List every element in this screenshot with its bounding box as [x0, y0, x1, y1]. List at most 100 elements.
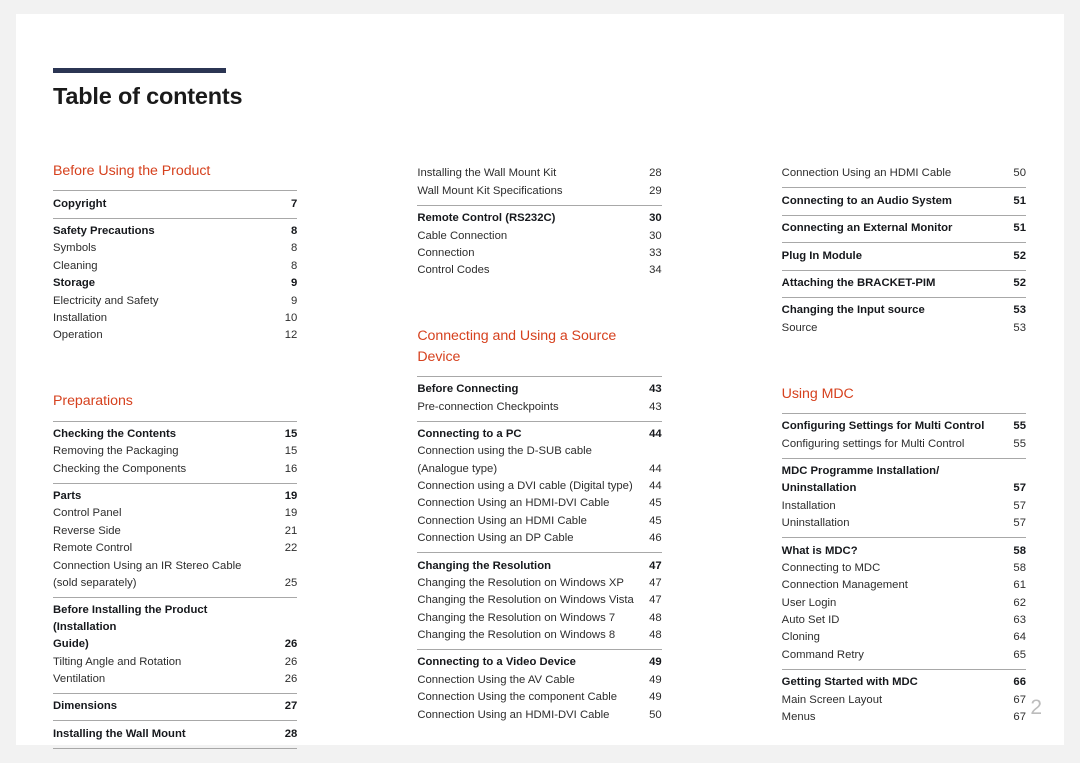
toc-entry[interactable]: Connecting to MDC 58	[782, 560, 1026, 577]
toc-entry[interactable]: Operation 12	[53, 327, 297, 344]
toc-entry[interactable]: Storage 9	[53, 275, 297, 292]
toc-entry-label: Wall Mount Kit Specifications	[417, 184, 563, 197]
toc-entry[interactable]: Parts 19	[53, 488, 297, 505]
toc-entry[interactable]: Auto Set ID 63	[782, 612, 1026, 629]
toc-entry[interactable]: Connecting to a PC 44	[417, 426, 661, 443]
toc-entry[interactable]: Electricity and Safety 9	[53, 292, 297, 309]
toc-entry-page-number: 50	[649, 708, 662, 721]
toc-entry-label: Connection using the D-SUB cable	[417, 445, 592, 458]
toc-entry-page-number: 16	[284, 462, 298, 475]
toc-entry[interactable]: Menus 67	[782, 709, 1026, 726]
toc-entry[interactable]: Uninstallation 57	[782, 480, 1026, 497]
toc-entry[interactable]: Safety Precautions 8	[53, 223, 297, 240]
toc-entry-page-number: 9	[291, 294, 298, 307]
toc-entry[interactable]: Installing the Wall Mount 28	[53, 725, 297, 742]
toc-entry[interactable]: Command Retry 65	[782, 646, 1026, 663]
toc-entry-page-number: 51	[1013, 222, 1026, 235]
toc-entry-page-number: 44	[649, 480, 662, 493]
toc-entry[interactable]: Changing the Resolution on Windows 8 48	[417, 627, 661, 644]
toc-entry[interactable]: Guide) 26	[53, 636, 297, 653]
toc-entry-label: Guide)	[53, 638, 89, 651]
toc-entry[interactable]: Connection Using an HDMI-DVI Cable 50	[417, 706, 661, 723]
toc-entry[interactable]: Tilting Angle and Rotation 26	[53, 653, 297, 670]
toc-entry[interactable]: Changing the Resolution on Windows Vista…	[417, 592, 661, 609]
toc-entry[interactable]: Connecting to an Audio System 51	[782, 192, 1026, 209]
toc-entry-page-number: 67	[1013, 710, 1026, 723]
toc-entry[interactable]: Remote Control (RS232C) 30	[417, 210, 661, 227]
toc-columns: Before Using the Product Copyright 7 Safety…	[53, 161, 1026, 749]
toc-entry[interactable]: Checking the Contents 15	[53, 426, 297, 443]
toc-entry[interactable]: Getting Started with MDC 66	[782, 674, 1026, 691]
toc-entry[interactable]: Checking the Components 16	[53, 460, 297, 477]
toc-entry[interactable]: Connection Using an HDMI-DVI Cable 45	[417, 495, 661, 512]
page-number: 2	[1030, 696, 1042, 719]
toc-entry[interactable]: Connection Management 61	[782, 577, 1026, 594]
toc-group: Remote Control (RS232C) 30 Cable Connectio…	[417, 204, 662, 285]
toc-entry[interactable]: Cleaning 8	[53, 257, 297, 274]
toc-entry[interactable]: Remote Control 22	[53, 540, 297, 557]
toc-group: Parts 19 Control Panel 19 Reverse Side 21 Remo…	[53, 482, 298, 597]
toc-entry[interactable]: Connection Using an HDMI Cable 50	[782, 165, 1026, 182]
toc-entry[interactable]: MDC Programme Installation/	[782, 463, 1026, 480]
toc-entry-label: Changing the Resolution on Windows XP	[417, 576, 624, 589]
toc-entry[interactable]: Uninstallation 57	[782, 515, 1026, 532]
toc-entry[interactable]: Source 53	[782, 319, 1026, 336]
toc-entry[interactable]: User Login 62	[782, 594, 1026, 611]
toc-entry[interactable]: Dimensions 27	[53, 698, 297, 715]
toc-entry[interactable]: Wall Mount Kit Specifications 29	[417, 182, 661, 199]
toc-entry[interactable]: Reverse Side 21	[53, 522, 297, 539]
toc-entry[interactable]: Pre-connection Checkpoints 43	[417, 398, 661, 415]
toc-group: Changing the Resolution 47 Changing the Re…	[417, 552, 662, 649]
toc-entry[interactable]: Changing the Input source 53	[782, 302, 1026, 319]
toc-entry[interactable]: Attaching the BRACKET-PIM 52	[782, 275, 1026, 292]
toc-entry[interactable]: Plug In Module 52	[782, 247, 1026, 264]
toc-entry[interactable]: Changing the Resolution on Windows XP 47	[417, 575, 661, 592]
toc-entry[interactable]: Connection Using an HDMI Cable 45	[417, 512, 661, 529]
toc-entry[interactable]: Cloning 64	[782, 629, 1026, 646]
toc-entry[interactable]: Configuring settings for Multi Control 55	[782, 435, 1026, 452]
toc-entry-label: Connection Using an DP Cable	[417, 532, 574, 545]
toc-entry-page-number: 53	[1013, 304, 1026, 317]
toc-entry[interactable]: Connection using a DVI cable (Digital ty…	[417, 478, 661, 495]
toc-entry[interactable]: Removing the Packaging 15	[53, 443, 297, 460]
toc-entry[interactable]: Before Installing the Product (Installat…	[53, 602, 297, 636]
toc-entry-page-number: 50	[1013, 167, 1026, 180]
toc-entry[interactable]: Installing the Wall Mount Kit 28	[417, 165, 661, 182]
toc-entry[interactable]: What is MDC? 58	[782, 542, 1026, 559]
toc-entry[interactable]: Installation 10	[53, 310, 297, 327]
toc-entry-label: MDC Programme Installation/	[781, 465, 940, 478]
toc-entry[interactable]: Before Connecting 43	[417, 381, 661, 398]
toc-entry-page-number: 15	[284, 445, 298, 458]
toc-entry-page-number: 43	[649, 383, 662, 396]
toc-entry-label: Connection Management	[781, 579, 908, 592]
toc-entry[interactable]: Control Codes 34	[417, 262, 661, 279]
toc-entry[interactable]: Connection Using the AV Cable 49	[417, 671, 661, 688]
toc-entry[interactable]: Connecting to a Video Device 49	[417, 654, 661, 671]
toc-entry[interactable]: (sold separately) 25	[53, 575, 297, 592]
toc-entry[interactable]: Connection Using an DP Cable 46	[417, 530, 661, 547]
toc-entry[interactable]: Changing the Resolution on Windows 7 48	[417, 609, 661, 626]
toc-entry[interactable]: Connection Using the component Cable 49	[417, 689, 661, 706]
toc-entry[interactable]: Changing the Resolution 47	[417, 557, 661, 574]
toc-group: MDC Programme Installation/Uninstallatio…	[781, 457, 1026, 538]
toc-entry[interactable]: (Analogue type) 44	[417, 460, 661, 477]
toc-entry[interactable]: Symbols 8	[53, 240, 297, 257]
toc-entry[interactable]: Main Screen Layout 67	[782, 691, 1026, 708]
toc-entry[interactable]: Cable Connection 30	[417, 227, 661, 244]
toc-entry[interactable]: Connection 33	[417, 245, 661, 262]
toc-entry-page-number: 10	[284, 311, 298, 324]
toc-entry-page-number: 26	[284, 673, 298, 686]
toc-entry[interactable]: Control Panel 19	[53, 505, 297, 522]
toc-group: Before Installing the Product (Installat…	[53, 596, 298, 693]
toc-entry[interactable]: Connection using the D-SUB cable	[417, 443, 661, 460]
toc-entry-page-number: 47	[649, 559, 662, 572]
toc-entry[interactable]: Connecting an External Monitor 51	[782, 220, 1026, 237]
toc-entry[interactable]: Copyright 7	[53, 195, 297, 212]
toc-entry[interactable]: Connection Using an IR Stereo Cable	[53, 557, 297, 574]
toc-entry-label: Tilting Angle and Rotation	[53, 655, 182, 668]
toc-entry-label: Changing the Input source	[781, 304, 925, 317]
toc-entry[interactable]: Installation 57	[782, 497, 1026, 514]
toc-entry[interactable]: Configuring Settings for Multi Control 55	[782, 418, 1026, 435]
toc-section-heading: Before Using the Product	[53, 163, 211, 179]
toc-entry[interactable]: Ventilation 26	[53, 671, 297, 688]
